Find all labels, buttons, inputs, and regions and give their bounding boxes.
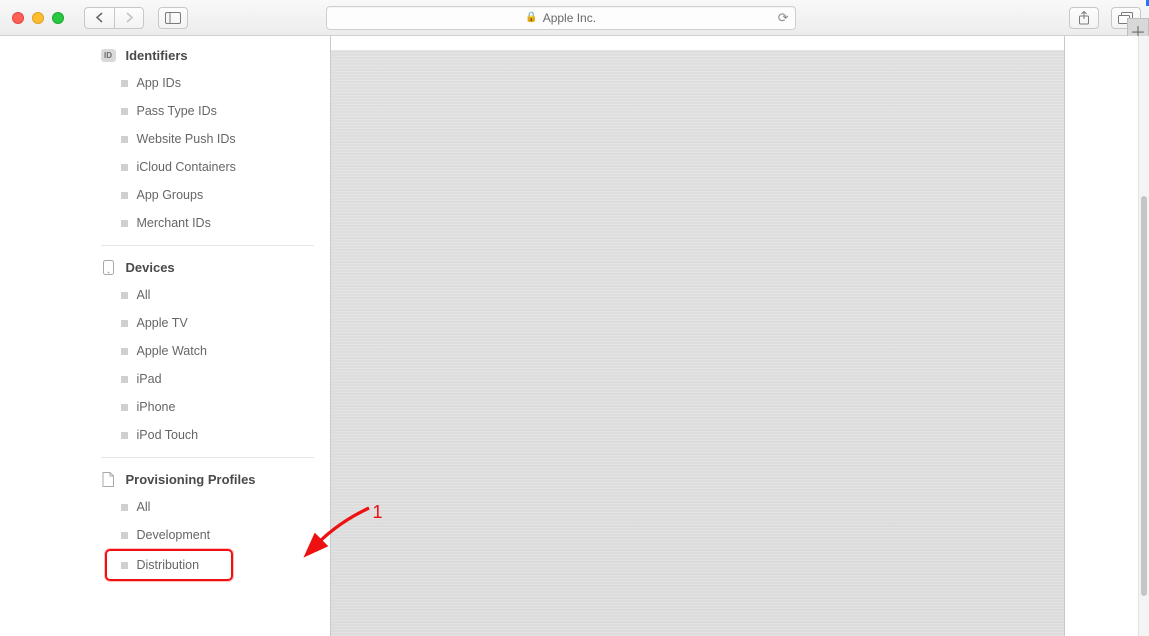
section-title: Devices (126, 260, 175, 275)
share-button[interactable] (1069, 7, 1099, 29)
sidebar-item-development[interactable]: Development (85, 521, 330, 549)
bullet-icon (121, 192, 128, 199)
lock-icon: 🔒 (525, 12, 537, 23)
sidebar-item-label: Apple TV (137, 314, 188, 332)
sidebar-item-label: Development (137, 526, 211, 544)
section-identifiers[interactable]: ID Identifiers (85, 42, 330, 69)
zoom-window-button[interactable] (52, 12, 64, 24)
sidebar-item-label: App Groups (137, 186, 204, 204)
bullet-icon (121, 292, 128, 299)
back-button[interactable] (84, 7, 114, 29)
section-provisioning-profiles[interactable]: Provisioning Profiles (85, 466, 330, 493)
content-wrap: ID Identifiers App IDs Pass Type IDs Web… (85, 36, 1065, 636)
sidebar-item-profiles-all[interactable]: All (85, 493, 330, 521)
window-controls (12, 12, 64, 24)
sidebar-item-label: Apple Watch (137, 342, 207, 360)
section-title: Identifiers (126, 48, 188, 63)
document-icon (101, 472, 116, 487)
divider (101, 457, 314, 458)
bullet-icon (121, 136, 128, 143)
show-sidebar-button[interactable] (158, 7, 188, 29)
bullet-icon (121, 504, 128, 511)
sidebar: ID Identifiers App IDs Pass Type IDs Web… (85, 36, 330, 636)
sidebar-item-ipad[interactable]: iPad (85, 365, 330, 393)
reload-icon[interactable]: ⟳ (778, 10, 789, 26)
sidebar-item-label: Pass Type IDs (137, 102, 217, 120)
sidebar-item-merchant-ids[interactable]: Merchant IDs (85, 209, 330, 237)
bullet-icon (121, 320, 128, 327)
sidebar-item-website-push-ids[interactable]: Website Push IDs (85, 125, 330, 153)
sidebar-item-apple-watch[interactable]: Apple Watch (85, 337, 330, 365)
bullet-icon (121, 562, 128, 569)
sidebar-item-pass-type-ids[interactable]: Pass Type IDs (85, 97, 330, 125)
sidebar-item-icloud-containers[interactable]: iCloud Containers (85, 153, 330, 181)
bullet-icon (121, 432, 128, 439)
sidebar-item-label: iPod Touch (137, 426, 199, 444)
address-bar[interactable]: 🔒 Apple Inc. ⟳ (326, 6, 796, 30)
sidebar-item-label: Merchant IDs (137, 214, 211, 232)
sidebar-item-app-groups[interactable]: App Groups (85, 181, 330, 209)
sidebar-item-label: All (137, 498, 151, 516)
bullet-icon (121, 532, 128, 539)
sidebar-item-label: iPhone (137, 398, 176, 416)
main-area: ID Identifiers App IDs Pass Type IDs Web… (0, 36, 1149, 636)
sidebar-item-label: All (137, 286, 151, 304)
sidebar-item-iphone[interactable]: iPhone (85, 393, 330, 421)
sidebar-item-label: iCloud Containers (137, 158, 236, 176)
sidebar-item-label: iPad (137, 370, 162, 388)
bullet-icon (121, 376, 128, 383)
minimize-window-button[interactable] (32, 12, 44, 24)
sidebar-item-distribution[interactable]: Distribution (105, 549, 233, 581)
forward-button[interactable] (114, 7, 144, 29)
page-content-area (330, 36, 1065, 636)
site-label: Apple Inc. (543, 11, 596, 25)
divider (101, 245, 314, 246)
section-devices[interactable]: Devices (85, 254, 330, 281)
device-icon (101, 260, 116, 275)
close-window-button[interactable] (12, 12, 24, 24)
sidebar-item-app-ids[interactable]: App IDs (85, 69, 330, 97)
sidebar-item-apple-tv[interactable]: Apple TV (85, 309, 330, 337)
bullet-icon (121, 80, 128, 87)
sidebar-item-ipod-touch[interactable]: iPod Touch (85, 421, 330, 449)
bullet-icon (121, 220, 128, 227)
bullet-icon (121, 404, 128, 411)
bullet-icon (121, 164, 128, 171)
bullet-icon (121, 348, 128, 355)
id-badge-icon: ID (101, 48, 116, 63)
nav-buttons-group (84, 7, 144, 29)
safari-toolbar: 🔒 Apple Inc. ⟳ (0, 0, 1149, 36)
sidebar-item-devices-all[interactable]: All (85, 281, 330, 309)
scrollbar[interactable] (1138, 36, 1149, 636)
section-title: Provisioning Profiles (126, 472, 256, 487)
sidebar-item-label: Distribution (137, 556, 200, 574)
bullet-icon (121, 108, 128, 115)
sidebar-item-label: Website Push IDs (137, 130, 236, 148)
scroll-thumb[interactable] (1141, 196, 1147, 596)
sidebar-item-label: App IDs (137, 74, 181, 92)
